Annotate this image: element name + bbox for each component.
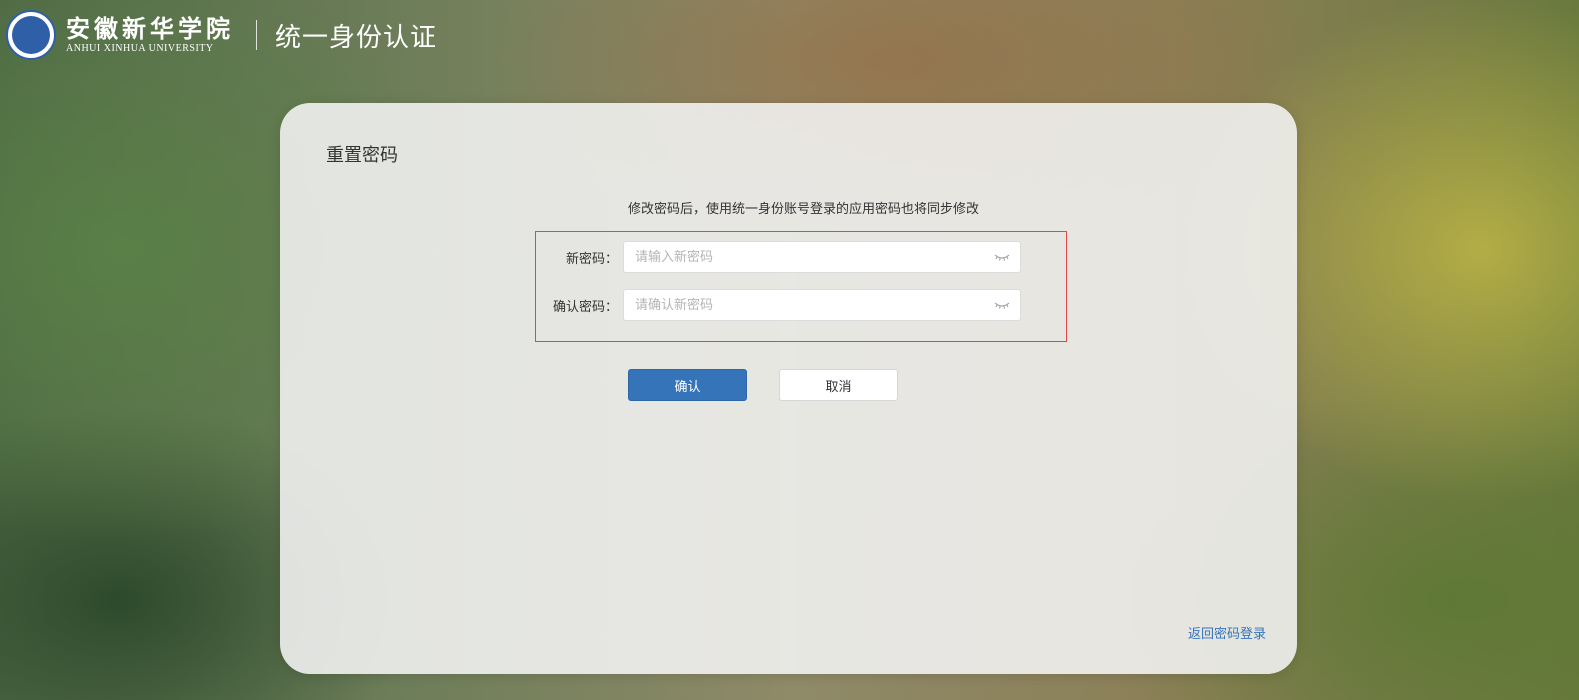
confirm-password-input[interactable] <box>624 290 975 320</box>
university-name-cn: 安徽新华学院 <box>66 14 234 43</box>
card-title: 重置密码 <box>326 145 398 166</box>
confirm-password-label: 确认密码： <box>552 299 618 315</box>
new-password-input[interactable] <box>624 242 975 272</box>
eye-closed-icon[interactable] <box>994 299 1010 311</box>
site-header: 安徽新华学院 ANHUI XINHUA UNIVERSITY 统一身份认证 <box>6 10 437 60</box>
reset-password-card: 重置密码 修改密码后，使用统一身份账号登录的应用密码也将同步修改 新密码： 确认… <box>280 103 1297 674</box>
back-to-password-login-link[interactable]: 返回密码登录 <box>1188 623 1266 642</box>
logo-seal-inner <box>12 16 50 54</box>
sync-notice: 修改密码后，使用统一身份账号登录的应用密码也将同步修改 <box>628 202 980 217</box>
new-password-field-wrap <box>623 241 1021 273</box>
password-form: 新密码： 确认密码： <box>535 231 1067 342</box>
university-logo <box>6 10 56 60</box>
system-title: 统一身份认证 <box>275 22 438 53</box>
university-name: 安徽新华学院 ANHUI XINHUA UNIVERSITY <box>66 15 234 55</box>
new-password-row: 新密码： <box>536 241 1066 273</box>
new-password-label: 新密码： <box>565 251 618 267</box>
header-divider <box>256 20 257 50</box>
cancel-button[interactable]: 取消 <box>779 369 898 401</box>
confirm-password-field-wrap <box>623 289 1021 321</box>
eye-closed-icon[interactable] <box>994 251 1010 263</box>
university-name-en: ANHUI XINHUA UNIVERSITY <box>66 43 214 54</box>
confirm-button[interactable]: 确认 <box>628 369 747 401</box>
confirm-password-row: 确认密码： <box>536 289 1066 321</box>
page-background: 安徽新华学院 ANHUI XINHUA UNIVERSITY 统一身份认证 重置… <box>0 0 1579 700</box>
